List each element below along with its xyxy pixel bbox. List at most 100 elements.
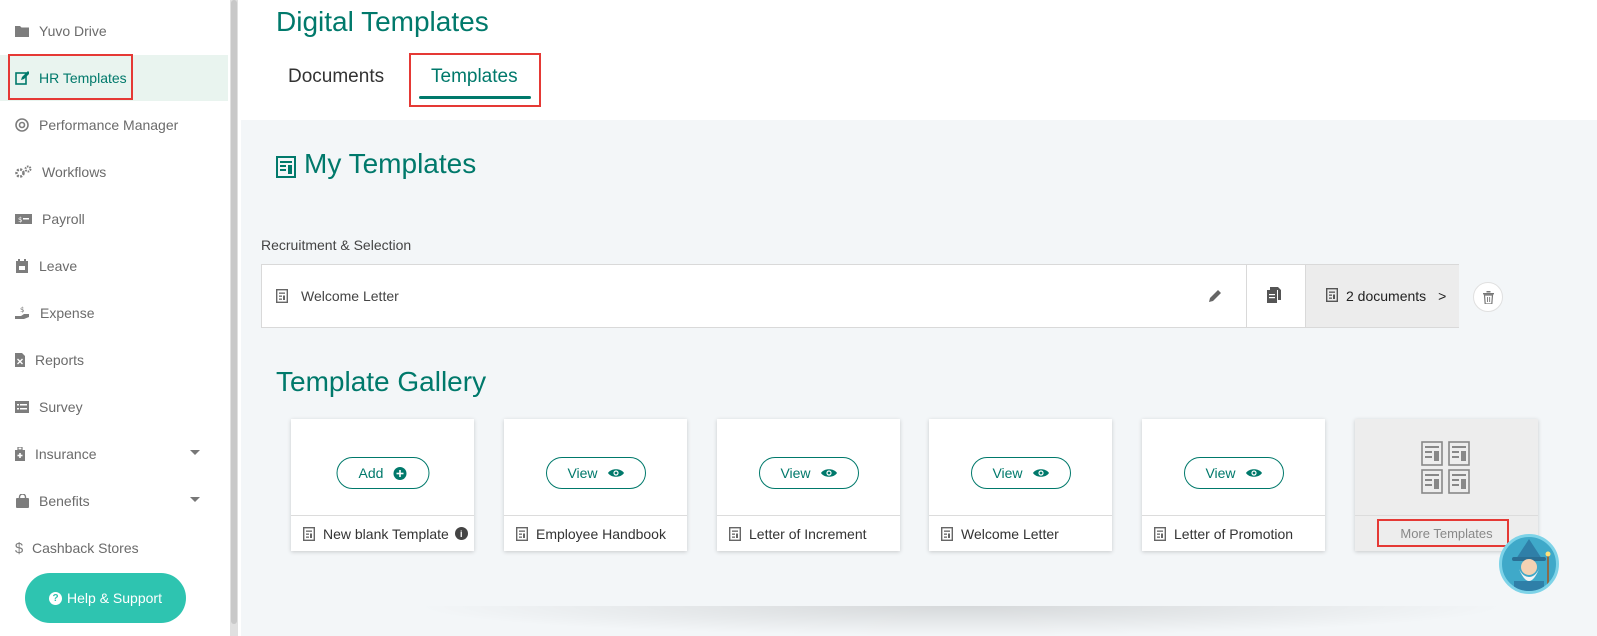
card-title: New blank Template — [323, 525, 449, 542]
sidebar-scrollbar[interactable] — [230, 0, 238, 636]
document-icon — [516, 526, 528, 541]
view-template-button[interactable]: View — [545, 457, 646, 489]
template-name[interactable]: Welcome Letter — [301, 288, 399, 304]
document-icon — [1154, 526, 1166, 541]
bottom-shadow — [411, 606, 1511, 636]
button-label: View — [1205, 465, 1236, 481]
document-icon — [1325, 287, 1339, 305]
help-support-button[interactable]: ? Help & Support — [25, 573, 186, 623]
card-title: Welcome Letter — [961, 525, 1059, 542]
header: Digital Templates Documents Templates — [241, 0, 1597, 120]
sidebar-item-performance-manager[interactable]: Performance Manager — [0, 102, 228, 148]
card-footer: Welcome Letter — [929, 515, 1112, 551]
sidebar-item-label: Benefits — [39, 493, 90, 509]
sidebar-item-reports[interactable]: Reports — [0, 337, 228, 383]
info-icon[interactable]: i — [454, 527, 468, 540]
gallery-card: View Letter of Promotion — [1142, 419, 1325, 551]
svg-text:$: $ — [18, 216, 22, 224]
sidebar-item-leave[interactable]: Leave — [0, 243, 228, 289]
plus-circle-icon — [393, 466, 407, 480]
hand-coin-icon: $ — [15, 306, 30, 320]
template-icon — [276, 153, 296, 178]
documents-count-label: 2 documents — [1346, 288, 1427, 304]
sidebar-item-label: Workflows — [42, 164, 107, 180]
view-template-button[interactable]: View — [1183, 457, 1284, 489]
gallery-card: View Employee Handbook — [504, 419, 687, 551]
more-templates-card[interactable]: More Templates — [1355, 419, 1538, 551]
sidebar-item-label: Reports — [35, 352, 85, 368]
my-templates-heading: My Templates — [276, 148, 476, 180]
sidebar-item-label: Yuvo Drive — [39, 23, 107, 39]
wizard-assistant-icon[interactable] — [1499, 534, 1559, 594]
templates-grid-icon — [1421, 441, 1471, 500]
active-tab-indicator — [419, 96, 531, 99]
eye-icon — [1245, 468, 1262, 478]
gallery-card: View Letter of Increment — [717, 419, 900, 551]
chevron-down-icon[interactable] — [190, 450, 200, 455]
gears-icon — [15, 165, 32, 179]
template-gallery-title: Template Gallery — [276, 366, 487, 397]
button-label: View — [567, 465, 598, 481]
copy-icon[interactable] — [1267, 287, 1281, 308]
sidebar: Yuvo Drive HR Templates Performance Mana… — [0, 0, 230, 636]
scrollbar-thumb[interactable] — [231, 0, 237, 624]
gallery-card: View Welcome Letter — [929, 419, 1112, 551]
view-template-button[interactable]: View — [758, 457, 859, 489]
eye-icon — [1032, 468, 1049, 478]
svg-text:$: $ — [20, 306, 24, 314]
card-title: Letter of Increment — [749, 525, 867, 542]
sidebar-item-label: Insurance — [35, 446, 97, 462]
template-gallery-heading: Template Gallery — [276, 366, 486, 398]
sidebar-item-label: Expense — [40, 305, 95, 321]
question-circle-icon: ? — [49, 591, 63, 605]
bag-icon — [15, 494, 29, 508]
pencil-icon[interactable] — [1208, 288, 1223, 308]
arrow-right-icon: > — [1438, 288, 1447, 304]
trash-icon[interactable] — [1473, 282, 1503, 312]
eye-icon — [820, 468, 837, 478]
eye-icon — [607, 468, 624, 478]
sidebar-item-label: Cashback Stores — [32, 540, 139, 556]
document-icon — [729, 526, 741, 541]
document-icon — [941, 526, 953, 541]
card-title: Letter of Promotion — [1174, 525, 1294, 542]
documents-count-button[interactable]: 2 documents > — [1305, 265, 1459, 327]
card-footer: Letter of Increment — [717, 515, 900, 551]
view-template-button[interactable]: View — [970, 457, 1071, 489]
calendar-icon — [15, 259, 29, 273]
gallery-card: Add New blank Template i — [291, 419, 474, 551]
more-templates-label: More Templates — [1400, 526, 1493, 541]
sidebar-item-insurance[interactable]: Insurance — [0, 431, 228, 477]
add-template-button[interactable]: Add — [336, 457, 429, 489]
card-footer: Employee Handbook — [504, 515, 687, 551]
help-support-label: Help & Support — [67, 590, 162, 606]
sidebar-item-workflows[interactable]: Workflows — [0, 149, 228, 195]
card-footer: New blank Template i — [291, 515, 474, 551]
my-templates-title: My Templates — [304, 148, 477, 179]
excel-file-icon — [15, 353, 25, 367]
target-icon — [15, 118, 29, 132]
sidebar-item-benefits[interactable]: Benefits — [0, 478, 228, 524]
folder-icon — [15, 24, 29, 38]
sidebar-item-label: Survey — [39, 399, 83, 415]
chevron-down-icon[interactable] — [190, 497, 200, 502]
sidebar-item-cashback-stores[interactable]: $ Cashback Stores — [0, 525, 228, 571]
tab-templates[interactable]: Templates — [431, 66, 518, 88]
dollar-icon: $ — [14, 539, 24, 557]
sidebar-item-yuvo-drive[interactable]: Yuvo Drive — [0, 8, 228, 54]
button-label: View — [992, 465, 1023, 481]
card-footer: Letter of Promotion — [1142, 515, 1325, 551]
document-icon — [303, 526, 315, 541]
sidebar-item-hr-templates[interactable]: HR Templates — [0, 55, 228, 101]
list-icon — [15, 400, 29, 414]
sidebar-item-survey[interactable]: Survey — [0, 384, 228, 430]
tab-documents[interactable]: Documents — [288, 66, 384, 88]
category-label: Recruitment & Selection — [261, 237, 412, 253]
sidebar-item-payroll[interactable]: $ Payroll — [0, 196, 228, 242]
sidebar-item-label: Leave — [39, 258, 78, 274]
template-row[interactable]: Welcome Letter 2 documents > — [261, 264, 1459, 328]
sidebar-item-expense[interactable]: $ Expense — [0, 290, 228, 336]
document-icon — [275, 288, 289, 308]
button-label: Add — [358, 465, 384, 481]
divider — [1246, 265, 1247, 327]
